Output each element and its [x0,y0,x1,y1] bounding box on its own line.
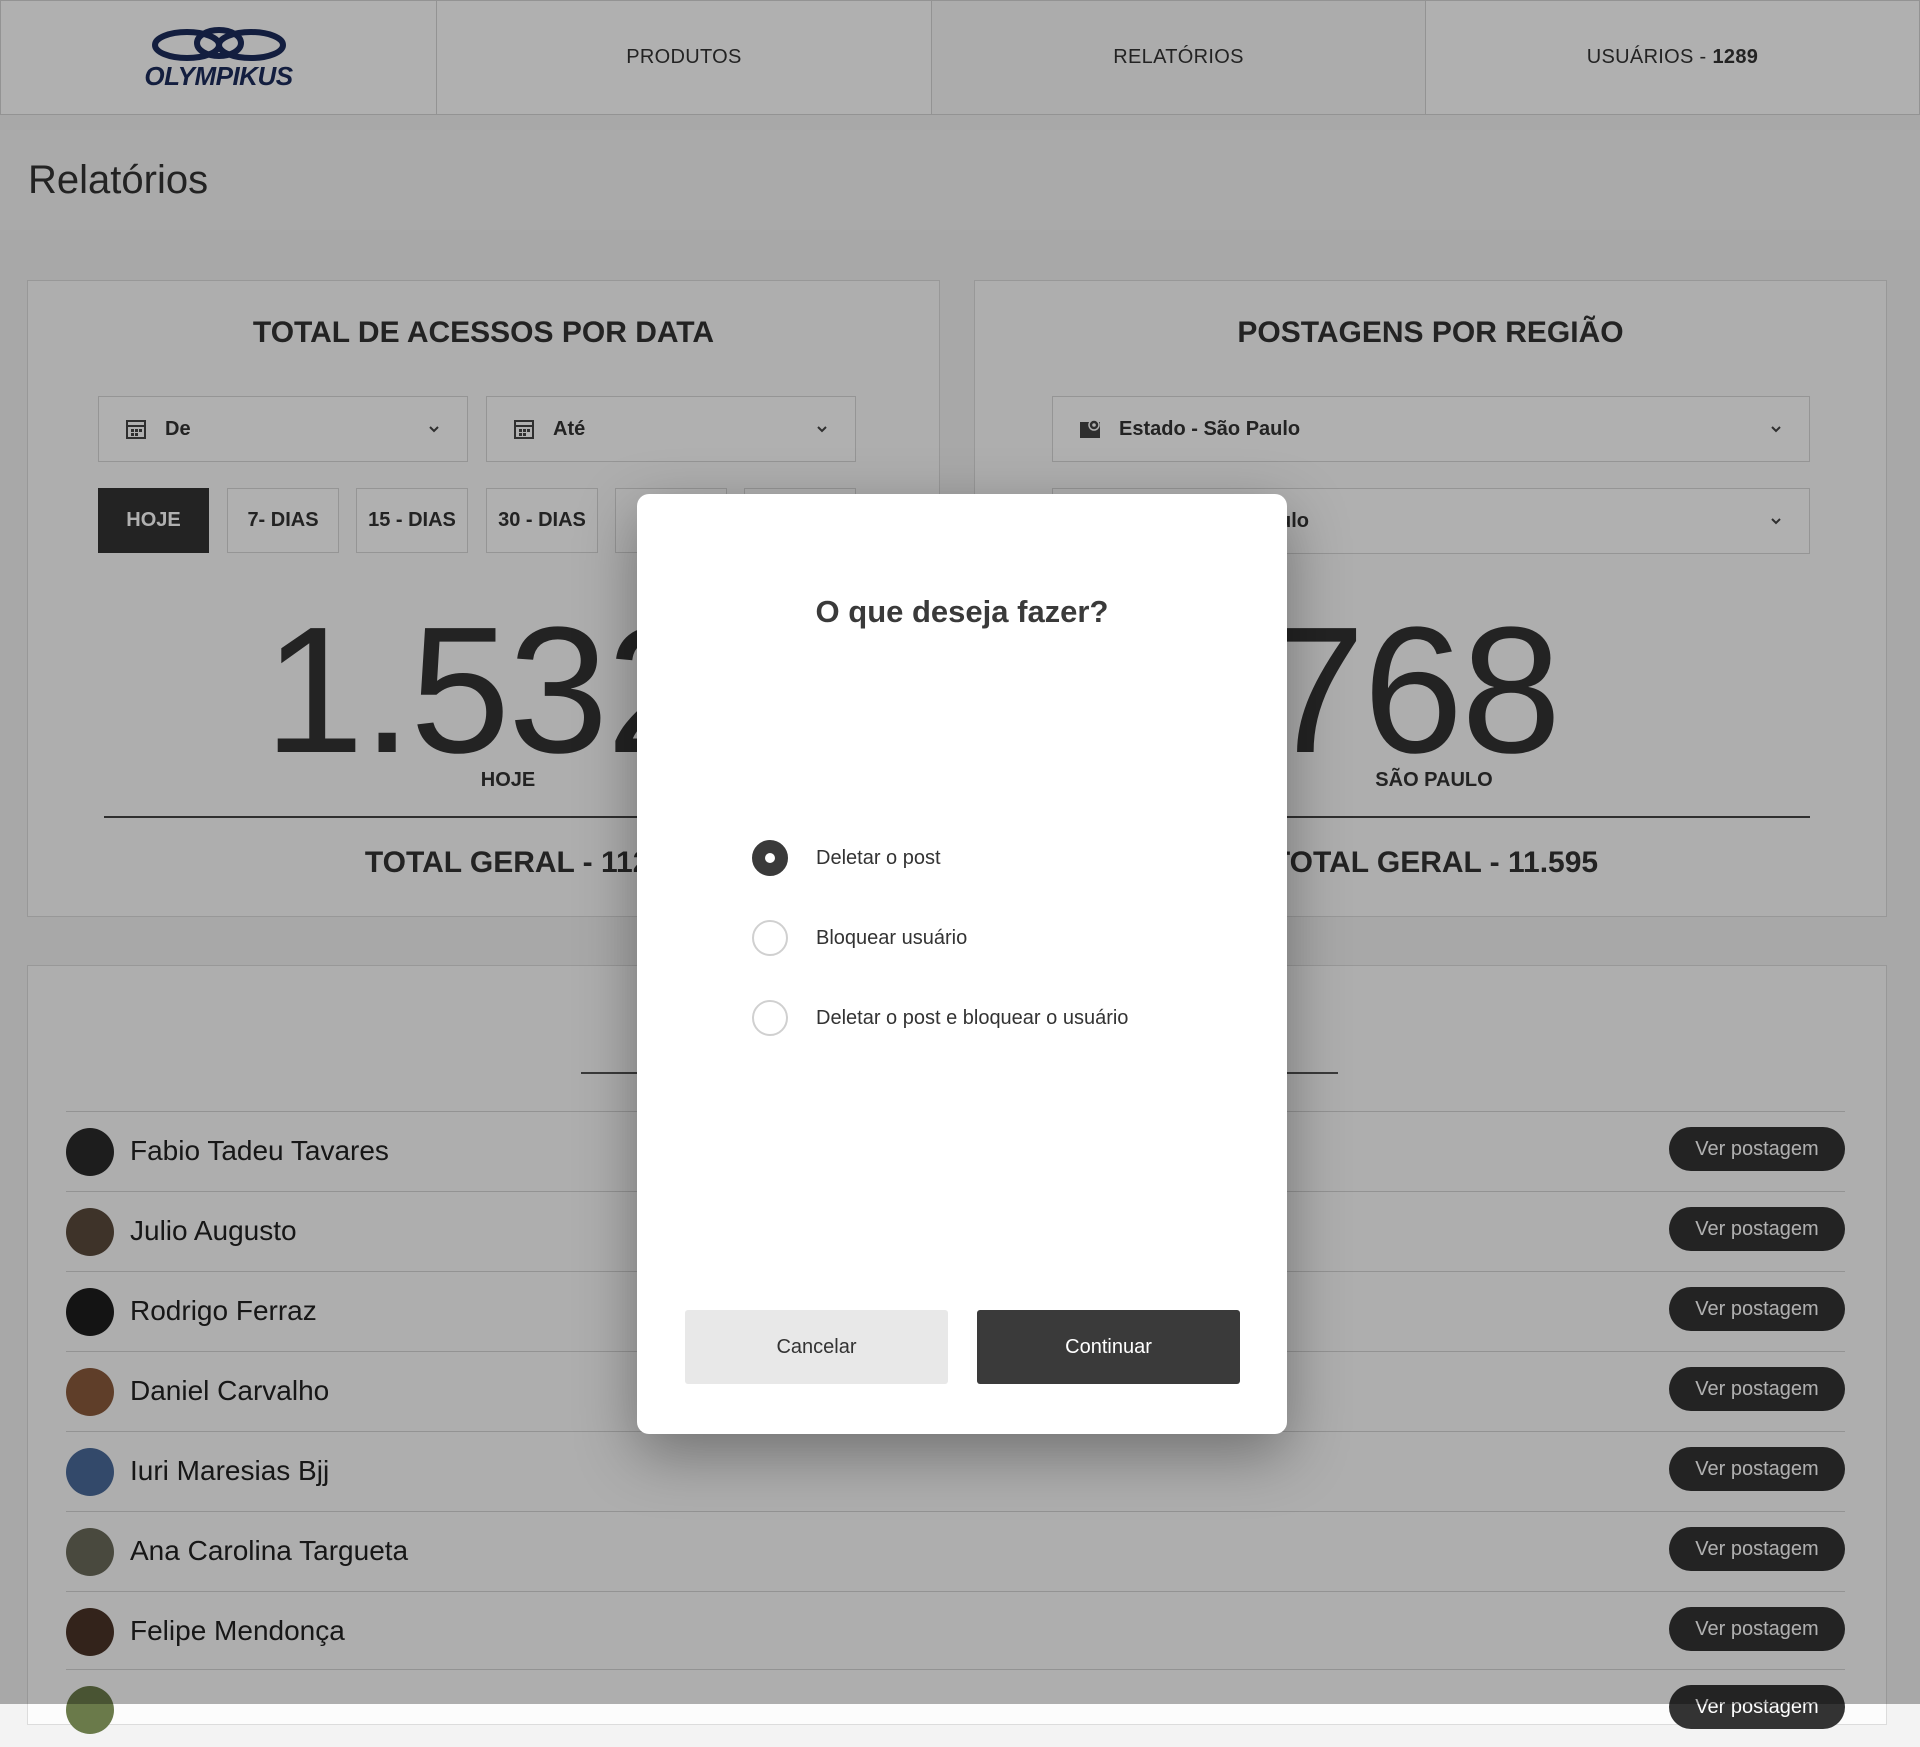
option-deletar-e-bloquear[interactable]: Deletar o post e bloquear o usuário [752,1000,1128,1036]
modal-title: O que deseja fazer? [815,594,1109,629]
continue-button[interactable]: Continuar [977,1310,1240,1384]
radio-button[interactable] [752,920,788,956]
option-label: Deletar o post e bloquear o usuário [816,1006,1129,1029]
option-label: Bloquear usuário [816,926,968,949]
option-deletar-post[interactable]: Deletar o post [752,840,941,876]
option-label: Deletar o post [816,846,941,869]
radio-button[interactable] [752,1000,788,1036]
radio-button[interactable] [752,840,788,876]
action-modal: O que deseja fazer? Deletar o post Bloqu… [637,494,1287,1434]
option-bloquear-usuario[interactable]: Bloquear usuário [752,920,967,956]
cancel-button[interactable]: Cancelar [685,1310,948,1384]
